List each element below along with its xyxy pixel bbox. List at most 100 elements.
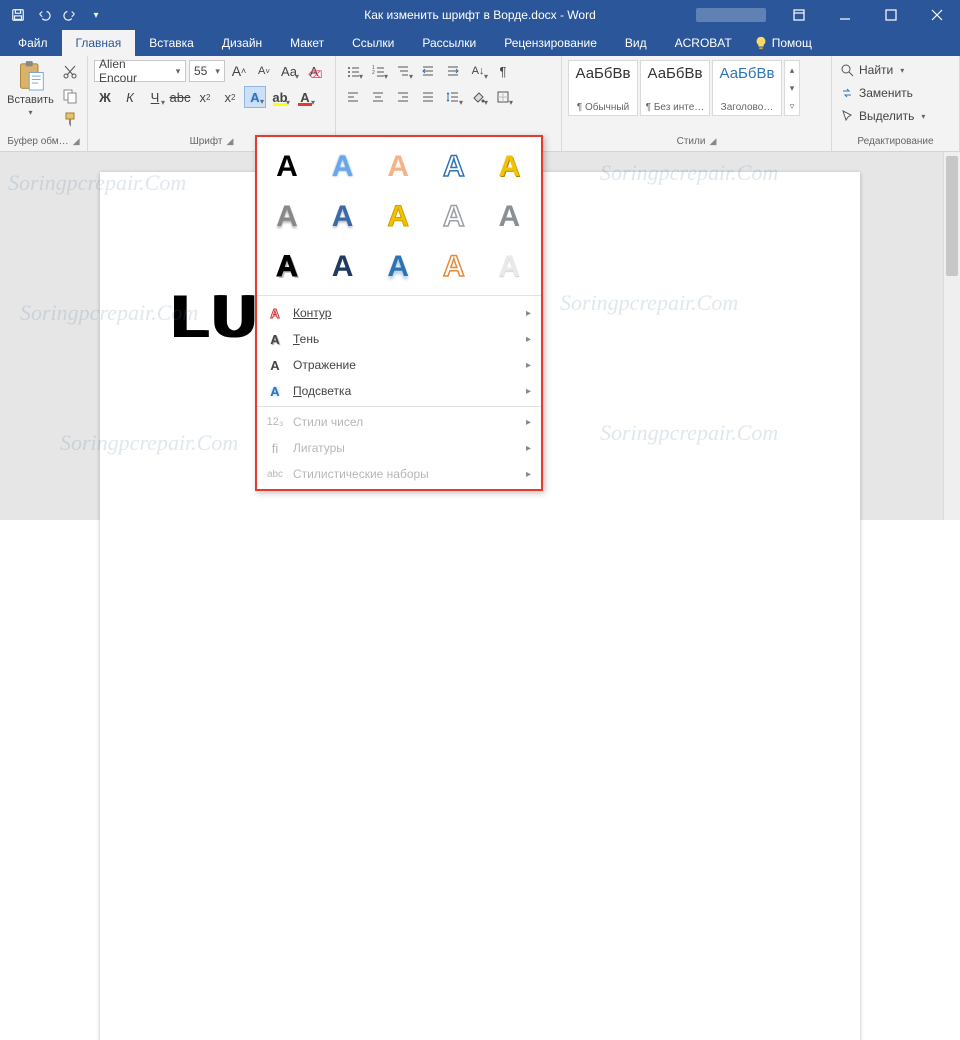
fx-preset[interactable]: A	[434, 197, 474, 237]
save-button[interactable]	[6, 3, 30, 27]
paste-icon	[17, 60, 45, 92]
text-effects-button[interactable]: A	[244, 86, 266, 108]
tab-references[interactable]: Ссылки	[338, 30, 408, 56]
fx-shadow-menu[interactable]: AТень▸	[257, 326, 541, 352]
styles-gallery-more[interactable]: ▴▾▿	[784, 60, 800, 116]
fx-preset[interactable]: A	[323, 247, 363, 287]
sort-button[interactable]: A↓	[467, 60, 489, 82]
cursor-icon	[840, 109, 854, 123]
tab-view[interactable]: Вид	[611, 30, 661, 56]
justify-button[interactable]	[417, 86, 439, 108]
fx-preset[interactable]: A	[267, 147, 307, 187]
tab-layout[interactable]: Макет	[276, 30, 338, 56]
shading-button[interactable]	[467, 86, 489, 108]
replace-button[interactable]: Заменить	[838, 83, 953, 103]
fx-stylistic-sets-menu: abcСтилистические наборы▸	[257, 461, 541, 487]
increase-indent-button[interactable]	[442, 60, 464, 82]
ribbon-tabs: Файл Главная Вставка Дизайн Макет Ссылки…	[0, 30, 960, 56]
vertical-scrollbar[interactable]	[943, 152, 960, 520]
find-button[interactable]: Найти▾	[838, 60, 953, 80]
title-bar: ▾ Как изменить шрифт в Ворде.docx - Word	[0, 0, 960, 30]
qat-customize-button[interactable]: ▾	[84, 3, 108, 27]
tab-mailings[interactable]: Рассылки	[408, 30, 490, 56]
tab-insert[interactable]: Вставка	[135, 30, 208, 56]
lightbulb-icon	[754, 36, 768, 50]
paint-bucket-icon	[471, 90, 485, 104]
group-clipboard: Вставить ▾ Буфер обм…◢	[0, 56, 88, 151]
bullets-button[interactable]	[342, 60, 364, 82]
group-editing: Найти▾ Заменить Выделить▾ Редактирование	[832, 56, 960, 151]
tab-home[interactable]: Главная	[62, 30, 136, 56]
reflection-icon: A	[265, 358, 285, 373]
grow-font-button[interactable]: A˄	[228, 60, 250, 82]
fx-preset[interactable]: A	[323, 147, 363, 187]
fx-preset[interactable]: A	[267, 247, 307, 287]
ribbon-options-button[interactable]	[776, 0, 822, 30]
fx-preset[interactable]: A	[489, 247, 529, 287]
styles-dialog-launcher[interactable]: ◢	[709, 136, 716, 147]
format-painter-button[interactable]	[59, 110, 81, 130]
decrease-indent-button[interactable]	[417, 60, 439, 82]
fx-preset[interactable]: A	[378, 197, 418, 237]
superscript-button[interactable]: x2	[219, 86, 241, 108]
fx-glow-menu[interactable]: AПодсветка▸	[257, 378, 541, 404]
font-color-button[interactable]: A	[294, 86, 316, 108]
fx-reflection-menu[interactable]: AОтражение▸	[257, 352, 541, 378]
tab-acrobat[interactable]: ACROBAT	[661, 30, 746, 56]
account-button[interactable]	[686, 0, 776, 30]
style-normal[interactable]: АаБбВв¶ Обычный	[568, 60, 638, 116]
align-right-button[interactable]	[392, 86, 414, 108]
font-size-combo[interactable]: 55▾	[189, 60, 225, 82]
italic-button[interactable]: К	[119, 86, 141, 108]
fx-preset[interactable]: A	[323, 197, 363, 237]
style-heading1[interactable]: АаБбВвЗаголово…	[712, 60, 782, 116]
font-name-combo[interactable]: Alien Encour▾	[94, 60, 186, 82]
fx-outline-menu[interactable]: AКонтур▸	[257, 300, 541, 326]
undo-button[interactable]	[32, 3, 56, 27]
clipboard-dialog-launcher[interactable]: ◢	[73, 136, 80, 147]
fx-preset[interactable]: A	[378, 147, 418, 187]
minimize-button[interactable]	[822, 0, 868, 30]
fx-preset[interactable]: A	[489, 147, 529, 187]
fx-preset[interactable]: A	[378, 247, 418, 287]
bold-button[interactable]: Ж	[94, 86, 116, 108]
subscript-button[interactable]: x2	[194, 86, 216, 108]
style-no-spacing[interactable]: АаБбВв¶ Без инте…	[640, 60, 710, 116]
clear-formatting-button[interactable]: A⌫	[303, 60, 325, 82]
text-effects-popup: A A A A A A A A A A A A A A A AКонтур▸ A…	[255, 135, 543, 491]
fx-preset[interactable]: A	[267, 197, 307, 237]
fx-preset[interactable]: A	[434, 247, 474, 287]
maximize-button[interactable]	[868, 0, 914, 30]
scrollbar-thumb[interactable]	[946, 156, 958, 276]
select-button[interactable]: Выделить▾	[838, 106, 953, 126]
fx-preset[interactable]: A	[489, 197, 529, 237]
tab-review[interactable]: Рецензирование	[490, 30, 611, 56]
line-spacing-button[interactable]	[442, 86, 464, 108]
cut-button[interactable]	[59, 62, 81, 82]
show-marks-button[interactable]: ¶	[492, 60, 514, 82]
borders-button[interactable]	[492, 86, 514, 108]
number-styles-icon: 12₃	[265, 416, 285, 428]
shrink-font-button[interactable]: A˅	[253, 60, 275, 82]
tab-file[interactable]: Файл	[4, 30, 62, 56]
font-dialog-launcher[interactable]: ◢	[226, 136, 233, 147]
multilevel-list-button[interactable]	[392, 60, 414, 82]
redo-button[interactable]	[58, 3, 82, 27]
numbering-button[interactable]: 12	[367, 60, 389, 82]
shadow-icon: A	[265, 332, 285, 347]
fx-ligatures-menu: fiЛигатуры▸	[257, 435, 541, 461]
close-button[interactable]	[914, 0, 960, 30]
group-font-label: Шрифт	[190, 136, 223, 147]
change-case-button[interactable]: Aa	[278, 60, 300, 82]
window-controls	[686, 0, 960, 30]
align-left-button[interactable]	[342, 86, 364, 108]
fx-preset[interactable]: A	[434, 147, 474, 187]
underline-button[interactable]: Ч	[144, 86, 166, 108]
tab-design[interactable]: Дизайн	[208, 30, 276, 56]
align-center-button[interactable]	[367, 86, 389, 108]
copy-button[interactable]	[59, 86, 81, 106]
paste-button[interactable]: Вставить ▾	[6, 60, 55, 130]
strikethrough-button[interactable]: abc	[169, 86, 191, 108]
tell-me-button[interactable]: Помощ	[754, 30, 812, 56]
highlight-button[interactable]: ab	[269, 86, 291, 108]
